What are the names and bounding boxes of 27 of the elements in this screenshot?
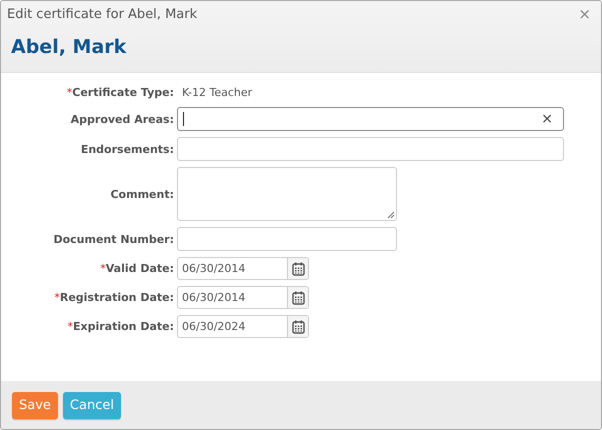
field-label: Endorsements: (80, 142, 175, 156)
resize-handle-icon[interactable] (387, 211, 395, 219)
field-label: Comment: (109, 188, 175, 200)
date-field[interactable]: 06/30/2024 (177, 315, 309, 338)
calendar-button[interactable] (287, 316, 308, 337)
input-field[interactable]: × (177, 107, 564, 131)
person-name: Abel, Mark (11, 36, 128, 58)
field-label: *Expiration Date: (66, 320, 175, 333)
input-field[interactable] (177, 137, 564, 161)
calendar-button[interactable] (287, 287, 308, 308)
field-label: Approved Areas: (70, 112, 175, 126)
clear-button[interactable]: × (541, 111, 563, 127)
date-field[interactable]: 06/30/2014 (177, 286, 309, 309)
date-field[interactable]: 06/30/2014 (177, 257, 309, 280)
field-label: *Certificate Type: (66, 86, 175, 99)
field-value: K-12 Teacher (181, 86, 252, 99)
field-label: Document Number: (52, 232, 175, 246)
field-label: *Valid Date: (99, 262, 175, 275)
calendar-icon (292, 290, 304, 304)
comment-field[interactable] (177, 167, 397, 221)
field-label: *Registration Date: (53, 291, 175, 304)
calendar-icon (292, 320, 304, 334)
calendar-icon (292, 262, 304, 276)
input-field[interactable] (177, 227, 397, 251)
calendar-button[interactable] (287, 258, 308, 279)
text-cursor (183, 112, 184, 126)
window-title: Edit certificate for Abel, Mark (7, 6, 198, 22)
